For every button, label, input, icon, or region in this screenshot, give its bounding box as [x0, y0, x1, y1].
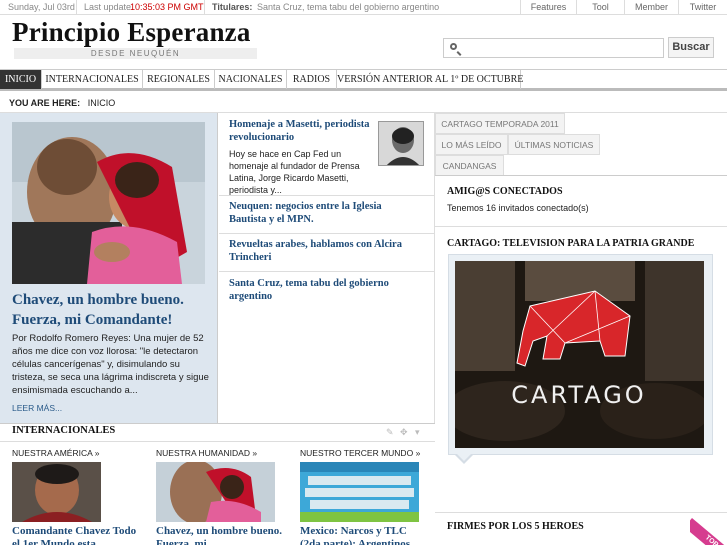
cartago-box-title: CARTAGO: TELEVISION PARA LA PATRIA GRAND… — [447, 238, 695, 249]
tab-lo-mas-leido[interactable]: LO MÁS LEÍDO — [435, 134, 508, 155]
top-bar: Sunday, Jul 03rd Last update 10:35:03 PM… — [0, 0, 727, 15]
headline-list: Homenaje a Masetti, periodista revolucio… — [219, 113, 435, 423]
wrench-icon[interactable]: ✎ — [386, 428, 395, 437]
last-update-label: Last update — [84, 2, 132, 12]
firmes-box-title: FIRMES POR LOS 5 HEROES — [447, 521, 584, 532]
move-icon[interactable]: ✥ — [400, 428, 409, 437]
ticker-headline[interactable]: Santa Cruz, tema tabu del gobierno argen… — [257, 2, 439, 12]
nav-item-regionales[interactable]: REGIONALES — [143, 70, 215, 89]
nav-item-radios[interactable]: RADIOS — [287, 70, 337, 89]
breadcrumb-current[interactable]: INICIO — [88, 98, 116, 108]
top-link-twitter[interactable]: Twitter — [678, 0, 727, 15]
tab-candangas[interactable]: CANDANGAS — [435, 155, 504, 176]
divider — [76, 0, 77, 15]
column-head-tercer-mundo[interactable]: NUESTRO TERCER MUNDO » — [300, 448, 420, 458]
online-count: Tenemos 16 invitados conectado(s) — [447, 203, 589, 213]
featured-article: Chavez, un hombre bueno. Fuerza, mi Coma… — [0, 113, 218, 423]
headline-title[interactable]: Neuquen: negocios entre la Iglesia Bauti… — [229, 200, 419, 226]
online-box-title: AMIG@S CONECTADOS — [447, 186, 563, 197]
tab-cartago-temporada[interactable]: CARTAGO TEMPORADA 2011 — [435, 113, 565, 134]
divider — [435, 175, 727, 176]
tab-ultimas-noticias[interactable]: ÚLTIMAS NOTICIAS — [508, 134, 600, 155]
tercer-mundo-thumbnail[interactable] — [300, 462, 419, 522]
america-thumbnail[interactable] — [12, 462, 101, 522]
last-update-time: 10:35:03 PM GMT — [130, 2, 204, 12]
humanidad-thumbnail[interactable] — [156, 462, 275, 522]
top-ribbon: TOP — [690, 513, 727, 545]
column-head-america[interactable]: NUESTRA AMÉRICA » — [12, 448, 99, 458]
read-more-link[interactable]: LEER MÁS... — [12, 403, 62, 413]
headline-title[interactable]: Revueltas arabes, hablamos con Alcira Tr… — [229, 238, 424, 264]
featured-summary: Por Rodolfo Romero Reyes: Una mujer de 5… — [12, 333, 209, 396]
cartago-wordmark: CARTAGO — [511, 381, 646, 409]
top-link-member[interactable]: Member — [624, 0, 678, 15]
nav-item-inicio[interactable]: INICIO — [0, 70, 42, 89]
site-title[interactable]: Principio Esperanza — [12, 17, 251, 48]
masetti-thumbnail[interactable] — [378, 121, 424, 166]
featured-image[interactable] — [12, 122, 205, 284]
featured-title[interactable]: Chavez, un hombre bueno. Fuerza, mi Coma… — [12, 290, 212, 330]
list-item: Homenaje a Masetti, periodista revolucio… — [219, 113, 435, 196]
column-title-humanidad[interactable]: Chavez, un hombre bueno. Fuerza, mi — [156, 525, 286, 545]
cartago-banner[interactable]: CARTAGO — [455, 261, 704, 448]
breadcrumb: YOU ARE HERE: INICIO — [9, 98, 115, 108]
column-title-america[interactable]: Comandante Chavez Todo el 1er Mundo esta — [12, 525, 142, 545]
headline-summary: Hoy se hace en Cap Fed un homenaje al fu… — [229, 149, 360, 195]
list-item: Neuquen: negocios entre la Iglesia Bauti… — [219, 196, 435, 234]
titulares-label: Titulares: — [212, 2, 253, 12]
list-item: Revueltas arabes, hablamos con Alcira Tr… — [219, 234, 435, 272]
headline-title[interactable]: Santa Cruz, tema tabu del gobierno argen… — [229, 277, 419, 303]
nav-item-version-anterior[interactable]: VERSIÓN ANTERIOR AL 1º DE OCTUBRE — [337, 70, 523, 89]
search-button[interactable]: Buscar — [668, 37, 714, 58]
top-links: Features Tool Member Twitter — [520, 0, 727, 15]
top-ribbon-label: TOP — [690, 518, 727, 545]
list-item: Santa Cruz, tema tabu del gobierno argen… — [219, 272, 435, 310]
column-title-tercer-mundo[interactable]: Mexico: Narcos y TLC (2da parte): Argent… — [300, 525, 430, 545]
chevron-down-icon[interactable]: ▾ — [415, 428, 424, 437]
breadcrumb-label: YOU ARE HERE: — [9, 98, 81, 108]
search-input[interactable] — [443, 38, 664, 58]
nav-item-nacionales[interactable]: NACIONALES — [215, 70, 287, 89]
main-nav: INICIO INTERNACIONALES REGIONALES NACION… — [0, 69, 727, 91]
divider — [435, 226, 727, 227]
nav-item-internacionales[interactable]: INTERNACIONALES — [42, 70, 143, 89]
top-link-features[interactable]: Features — [520, 0, 576, 15]
site-subtitle: DESDE NEUQUÉN — [14, 48, 257, 59]
divider — [204, 0, 205, 15]
headline-title[interactable]: Homenaje a Masetti, periodista revolucio… — [229, 118, 374, 144]
speech-pointer — [457, 454, 471, 461]
current-date: Sunday, Jul 03rd — [8, 2, 75, 12]
search-icon — [450, 43, 457, 50]
top-link-tool[interactable]: Tool — [576, 0, 624, 15]
section-title[interactable]: INTERNACIONALES — [12, 425, 115, 436]
column-head-humanidad[interactable]: NUESTRA HUMANIDAD » — [156, 448, 257, 458]
